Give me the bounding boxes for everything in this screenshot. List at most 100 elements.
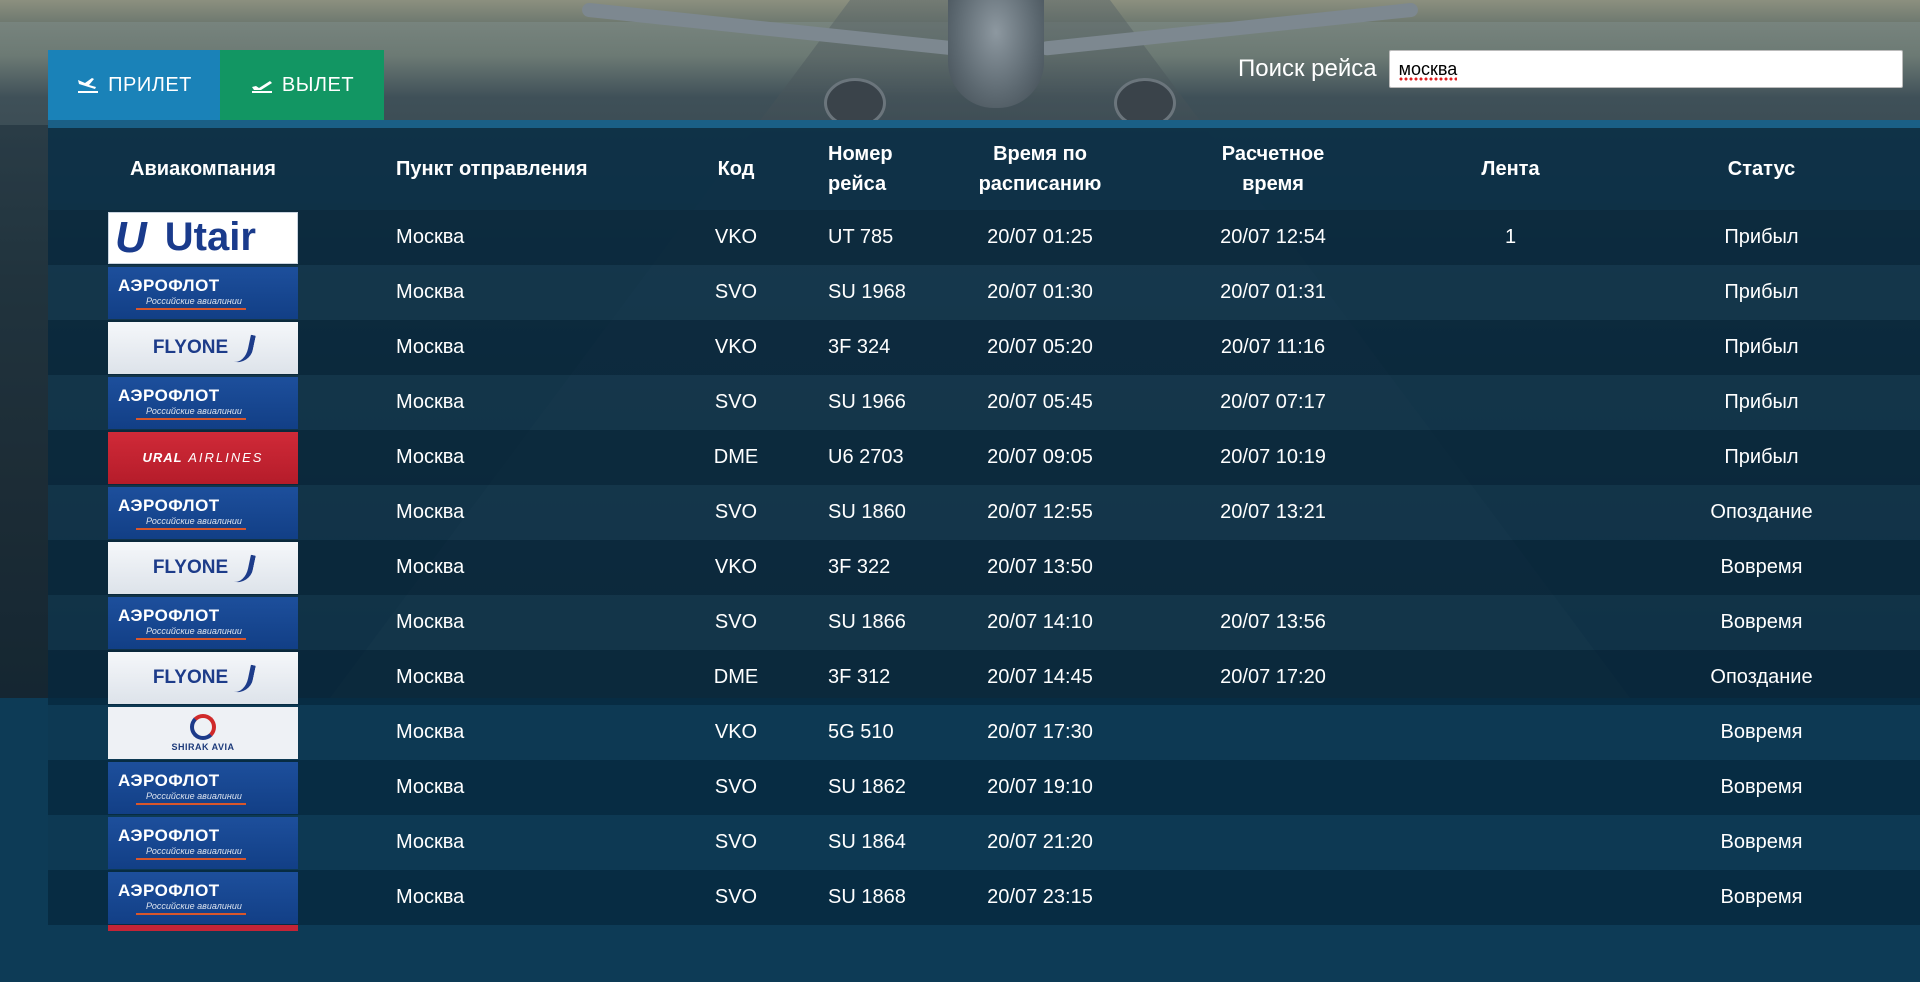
cell-estimated: 20/07 12:54 [1220,226,1326,248]
header-airline: Авиакомпания [130,157,276,180]
cell-flight: SU 1862 [828,776,906,798]
cell-origin: Москва [396,611,465,633]
cell-flight: SU 1866 [828,611,906,633]
cell-belt: 1 [1504,226,1517,248]
table-row: АЭРОФЛОТ Российские авиалинии Москва SVO SU … [48,595,1920,650]
cell-origin: Москва [396,391,465,413]
cell-flight: SU 1864 [828,831,906,853]
cell-status: Прибыл [1724,446,1799,468]
table-row: U Utair Москва VKO UT 785 20/07 01:25 20/07 12… [48,210,1920,265]
cell-status: Вовремя [1720,886,1803,908]
tab-departures[interactable]: ВЫЛЕТ [220,50,384,120]
airline-name: Utair [164,215,256,259]
cell-status: Вовремя [1720,721,1803,743]
aeroflot-subtitle: Российские авиалинии [146,295,242,306]
table-row: SHIRAK AVIA Москва VKO 5G 510 20/07 17:30 Вов… [48,705,1920,760]
flyone-swoosh [227,660,257,695]
table-row: FLYONE Москва VKO 3F 324 20/07 05:20 20/07 11… [48,320,1920,375]
cell-status: Вовремя [1720,776,1803,798]
cell-flight: SU 1968 [828,281,906,303]
cell-scheduled: 20/07 21:20 [987,831,1093,853]
header-estimated-line1: Расчетное [1221,143,1325,165]
aeroflot-subtitle: Российские авиалинии [146,405,242,416]
cell-scheduled: 20/07 23:15 [987,886,1093,908]
utair-u-mark: U [115,212,147,262]
cell-code: SVO [714,281,758,303]
cell-flight: U6 2703 [828,446,904,468]
cell-scheduled: 20/07 19:10 [987,776,1093,798]
airline-logo-aeroflot: АЭРОФЛОТ Российские авиалинии [108,871,298,924]
airline-name: SHIRAK AVIA [171,741,235,752]
table-row: АЭРОФЛОТ Российские авиалинии Москва SVO SU … [48,265,1920,320]
airline-name: АЭРОФЛОТ [118,825,220,845]
cell-scheduled: 20/07 14:10 [987,611,1093,633]
airline-logo-shirak: SHIRAK AVIA [108,706,298,759]
search-input-wrap [1388,50,1903,88]
cell-airline: АЭРОФЛОТ Российские авиалинии [48,871,358,924]
ural-airlines-word: AIRLINES [188,450,264,465]
ural-word: URAL [142,450,183,465]
cell-airline: FLYONE [48,321,358,374]
table-row: АЭРОФЛОТ Российские авиалинии Москва SVO SU … [48,375,1920,430]
cell-origin: Москва [396,776,465,798]
airline-logo-flyone: FLYONE [108,321,298,374]
next-row-logo-edge [108,925,298,931]
cell-status: Опоздание [1710,666,1813,688]
cell-flight: SU 1966 [828,391,906,413]
cell-code: VKO [714,226,758,248]
cell-estimated: 20/07 07:17 [1220,391,1326,413]
tab-arrivals[interactable]: ПРИЛЕТ [48,50,220,120]
header-origin: Пункт отправления [396,157,588,180]
cell-code: VKO [714,336,758,358]
cell-status: Прибыл [1724,391,1799,413]
cell-airline: FLYONE [48,651,358,704]
table-row: FLYONE Москва DME 3F 312 20/07 14:45 20/07 17… [48,650,1920,705]
airline-name: АЭРОФЛОТ [118,275,220,295]
airline-logo-aeroflot: АЭРОФЛОТ Российские авиалинии [108,486,298,539]
header-code: Код [717,157,755,180]
cell-scheduled: 20/07 09:05 [987,446,1093,468]
cell-airline: АЭРОФЛОТ Российские авиалинии [48,816,358,869]
cell-airline: URAL AIRLINES [48,431,358,484]
table-row: АЭРОФЛОТ Российские авиалинии Москва SVO SU … [48,815,1920,870]
cell-scheduled: 20/07 05:45 [987,391,1093,413]
cell-scheduled: 20/07 12:55 [987,501,1093,523]
aeroflot-stripe [136,857,246,860]
airline-name: FLYONE [152,556,229,578]
plane-fuselage [948,0,1044,108]
cell-code: VKO [714,556,758,578]
cell-code: SVO [714,831,758,853]
header-estimated: Расчетное время [1128,139,1418,199]
aeroflot-subtitle: Российские авиалинии [146,790,242,801]
board-top-border [48,120,1920,128]
cell-estimated: 20/07 17:20 [1220,666,1326,688]
cell-code: SVO [714,611,758,633]
airline-name: АЭРОФЛОТ [118,880,220,900]
cell-scheduled: 20/07 14:45 [987,666,1093,688]
table-body: U Utair Москва VKO UT 785 20/07 01:25 20/07 12… [48,210,1920,925]
airline-logo-ural: URAL AIRLINES [108,431,298,484]
cell-airline: АЭРОФЛОТ Российские авиалинии [48,596,358,649]
cell-origin: Москва [396,721,465,743]
cell-origin: Москва [396,226,465,248]
tab-departures-label: ВЫЛЕТ [281,73,355,96]
flight-search: Поиск рейса [1238,50,1903,88]
cell-scheduled: 20/07 01:30 [987,281,1093,303]
airline-logo-aeroflot: АЭРОФЛОТ Российские авиалинии [108,376,298,429]
cell-flight: 3F 324 [828,336,891,358]
plane-takeoff-icon [251,81,272,93]
arrivals-board: Авиакомпания Пункт отправления Код Номер… [48,128,1920,931]
search-input[interactable] [1388,50,1903,88]
aeroflot-subtitle: Российские авиалинии [146,625,242,636]
aeroflot-stripe [136,307,246,310]
aeroflot-stripe [136,417,246,420]
airline-name: АЭРОФЛОТ [118,385,220,405]
cell-airline: SHIRAK AVIA [48,706,358,759]
cell-airline: FLYONE [48,541,358,594]
airline-name: FLYONE [152,666,229,688]
airline-logo-flyone: FLYONE [108,651,298,704]
cell-status: Прибыл [1724,226,1799,248]
cell-estimated: 20/07 11:16 [1220,336,1326,358]
cell-scheduled: 20/07 13:50 [987,556,1093,578]
table-row: АЭРОФЛОТ Российские авиалинии Москва SVO SU … [48,760,1920,815]
